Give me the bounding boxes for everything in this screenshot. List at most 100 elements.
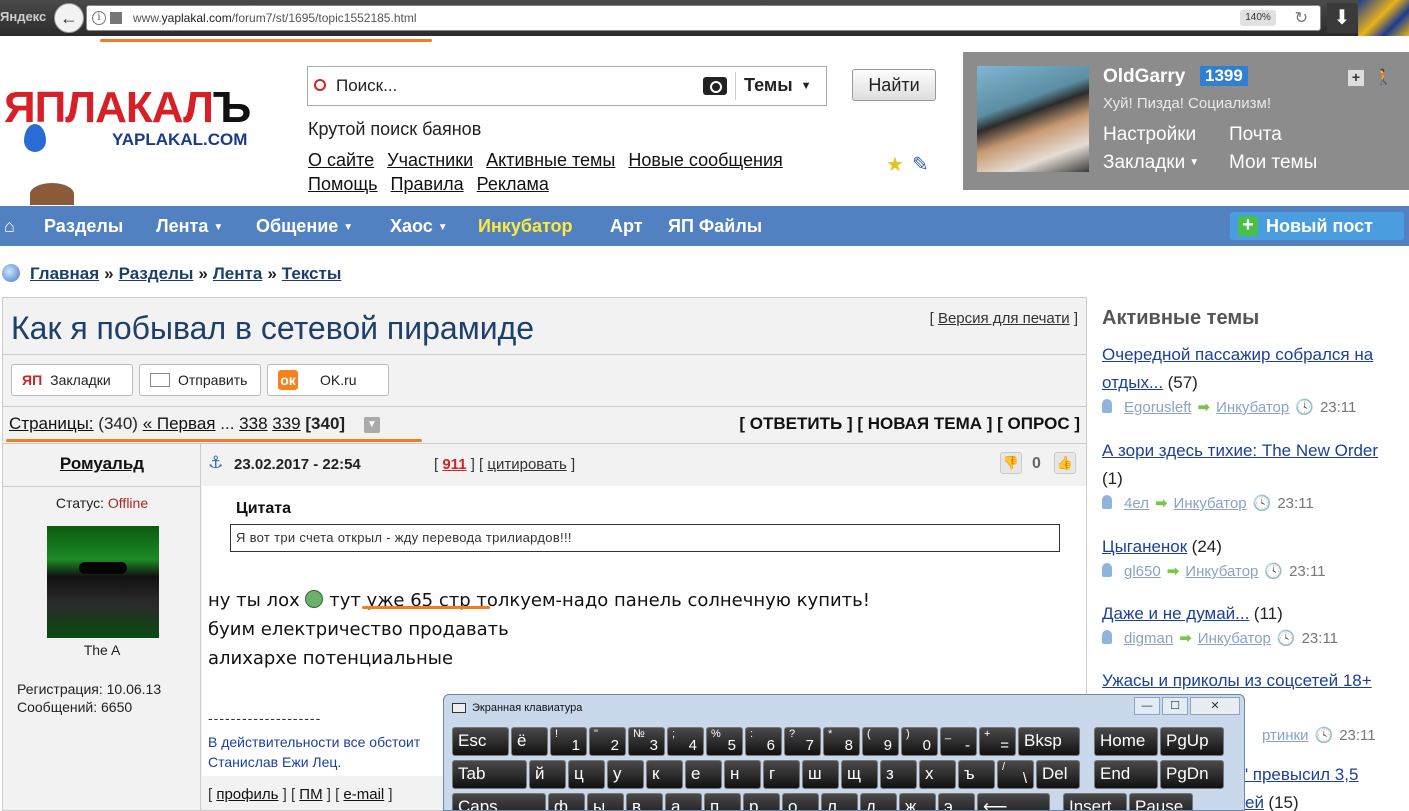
reply-button[interactable]: [ ОТВЕТИТЬ ] bbox=[739, 414, 852, 433]
user-avatar[interactable] bbox=[977, 66, 1089, 172]
keyboard-key[interactable]: э bbox=[938, 793, 975, 810]
keyboard-key[interactable]: ё bbox=[511, 727, 548, 756]
keyboard-key[interactable]: о bbox=[782, 793, 819, 810]
send-share-button[interactable]: Отправить bbox=[139, 364, 261, 396]
keyboard-key[interactable]: (9 bbox=[862, 727, 899, 756]
keyboard-key[interactable]: Caps bbox=[452, 793, 546, 810]
breadcrumb-feed[interactable]: Лента bbox=[213, 264, 262, 283]
keyboard-key[interactable]: * 8 bbox=[823, 727, 860, 756]
keyboard-key[interactable]: ж bbox=[899, 793, 936, 810]
site-logo[interactable]: ЯПЛАКАЛЪ YAPLAKAL.COM bbox=[4, 86, 284, 156]
download-icon[interactable]: ⬇ bbox=[1327, 3, 1357, 33]
zoom-badge[interactable]: 140% bbox=[1240, 10, 1276, 26]
keyboard-key[interactable]: № 3 bbox=[628, 727, 665, 756]
keyboard-key[interactable]: ъ bbox=[958, 760, 995, 789]
keyboard-key[interactable]: _ - bbox=[940, 727, 977, 756]
keyboard-key[interactable]: у bbox=[607, 760, 644, 789]
print-version-link[interactable]: Версия для печати bbox=[938, 310, 1070, 327]
nav-community[interactable]: Общение ▼ bbox=[256, 216, 353, 237]
page-first[interactable]: « Первая bbox=[143, 414, 216, 433]
keyboard-key[interactable]: ? 7 bbox=[784, 727, 821, 756]
nav-sections[interactable]: Разделы bbox=[44, 216, 123, 237]
bookmarks-share-button[interactable]: ЯП Закладки bbox=[11, 364, 133, 396]
anchor-icon[interactable]: ⚓ bbox=[208, 453, 223, 473]
profile-link[interactable]: профиль bbox=[216, 786, 278, 803]
chevron-down-icon[interactable]: ▼ bbox=[363, 416, 380, 433]
keyboard-key[interactable]: Tab bbox=[452, 760, 527, 789]
keyboard-key[interactable]: % 5 bbox=[706, 727, 743, 756]
reload-icon[interactable]: ↻ bbox=[1295, 8, 1308, 28]
keyboard-key[interactable]: Home bbox=[1094, 727, 1158, 756]
keyboard-key[interactable]: ш bbox=[802, 760, 839, 789]
url-text[interactable]: www.yaplakal.com/forum7/st/1695/topic155… bbox=[133, 11, 416, 25]
keyboard-key[interactable]: к bbox=[646, 760, 683, 789]
keyboard-key[interactable]: Bksp bbox=[1018, 727, 1080, 756]
link-rules[interactable]: Правила bbox=[391, 174, 464, 194]
link-mail[interactable]: Почта bbox=[1229, 124, 1282, 146]
nav-incubator[interactable]: Инкубатор bbox=[478, 216, 573, 237]
keyboard-key[interactable]: / \ bbox=[997, 760, 1034, 789]
search-scope-select[interactable]: Темы ▼ bbox=[744, 75, 811, 96]
quote-link[interactable]: цитировать bbox=[487, 456, 566, 473]
topic-link[interactable]: ей bbox=[1245, 793, 1264, 811]
poll-button[interactable]: [ ОПРОС ] bbox=[997, 414, 1080, 433]
home-icon[interactable]: ⌂ bbox=[4, 216, 15, 237]
keyboard-key[interactable]: ы bbox=[587, 793, 624, 810]
keyboard-key[interactable]: ф bbox=[548, 793, 585, 810]
thumbs-up-icon[interactable]: 👍 bbox=[1054, 452, 1076, 474]
keyboard-key[interactable]: з bbox=[880, 760, 917, 789]
keyboard-key[interactable]: а bbox=[665, 793, 702, 810]
keyboard-key[interactable]: р bbox=[743, 793, 780, 810]
user-name[interactable]: OldGarry bbox=[1103, 66, 1185, 88]
pages-label[interactable]: Страницы: bbox=[9, 414, 94, 433]
link-active-topics[interactable]: Активные темы bbox=[486, 150, 615, 170]
keyboard-key[interactable]: й bbox=[529, 760, 566, 789]
keyboard-key[interactable]: PgDn bbox=[1160, 760, 1224, 789]
keyboard-key[interactable]: " 2 bbox=[589, 727, 626, 756]
keyboard-key[interactable]: х bbox=[919, 760, 956, 789]
keyboard-key[interactable]: д bbox=[860, 793, 897, 810]
nav-art[interactable]: Арт bbox=[610, 216, 643, 237]
link-my-topics[interactable]: Мои темы bbox=[1229, 152, 1317, 174]
topic-link[interactable]: Даже и не думай... bbox=[1102, 604, 1249, 623]
keyboard-key[interactable]: + = bbox=[979, 727, 1016, 756]
keyboard-key[interactable]: ) 0 bbox=[901, 727, 938, 756]
new-topic-button[interactable]: [ НОВАЯ ТЕМА ] bbox=[857, 414, 992, 433]
keyboard-key[interactable]: ц bbox=[568, 760, 605, 789]
keyboard-key[interactable]: ; 4 bbox=[667, 727, 704, 756]
link-members[interactable]: Участники bbox=[387, 150, 473, 170]
keyboard-key[interactable]: л bbox=[821, 793, 858, 810]
link-ads[interactable]: Реклама bbox=[477, 174, 549, 194]
keyboard-key[interactable]: PgUp bbox=[1160, 727, 1224, 756]
page-339[interactable]: 339 bbox=[272, 414, 300, 433]
link-settings[interactable]: Настройки bbox=[1103, 124, 1196, 146]
link-about[interactable]: О сайте bbox=[308, 150, 374, 170]
keyboard-key[interactable]: г bbox=[763, 760, 800, 789]
topic-link[interactable]: Цыганенок bbox=[1102, 537, 1187, 556]
topic-link[interactable]: А зори здесь тихие: The New Order bbox=[1102, 441, 1378, 460]
search-input[interactable] bbox=[336, 75, 696, 97]
keyboard-key[interactable]: Esc bbox=[452, 727, 509, 756]
osk-titlebar[interactable]: Экранная клавиатура — ☐ ✕ bbox=[444, 695, 1244, 721]
star-icon[interactable]: ★ bbox=[886, 152, 904, 177]
keyboard-key[interactable]: Pause bbox=[1129, 793, 1193, 810]
keyboard-key[interactable]: н bbox=[724, 760, 761, 789]
avatar[interactable] bbox=[47, 526, 159, 638]
keyboard-key[interactable]: е bbox=[685, 760, 722, 789]
keyboard-key[interactable]: ! 1 bbox=[550, 727, 587, 756]
plus-icon[interactable]: + bbox=[1348, 70, 1364, 86]
info-icon[interactable]: i bbox=[92, 11, 106, 25]
exit-icon[interactable]: 🚶 bbox=[1374, 68, 1393, 86]
breadcrumb-sections[interactable]: Разделы bbox=[119, 264, 194, 283]
keyboard-key[interactable]: ⟵ bbox=[977, 793, 1050, 810]
keyboard-key[interactable]: щ bbox=[841, 760, 878, 789]
camera-icon[interactable] bbox=[703, 77, 727, 95]
pencil-icon[interactable]: ✎ bbox=[912, 152, 929, 177]
pm-link[interactable]: ПМ bbox=[299, 786, 322, 803]
keyboard-key[interactable]: :6 bbox=[745, 727, 782, 756]
breadcrumb-home[interactable]: Главная bbox=[30, 264, 99, 283]
thumbs-down-icon[interactable]: 👎 bbox=[1000, 452, 1022, 474]
keyboard-key[interactable]: Insert bbox=[1063, 793, 1127, 810]
keyboard-key[interactable]: в bbox=[626, 793, 663, 810]
maximize-button[interactable]: ☐ bbox=[1162, 697, 1188, 715]
